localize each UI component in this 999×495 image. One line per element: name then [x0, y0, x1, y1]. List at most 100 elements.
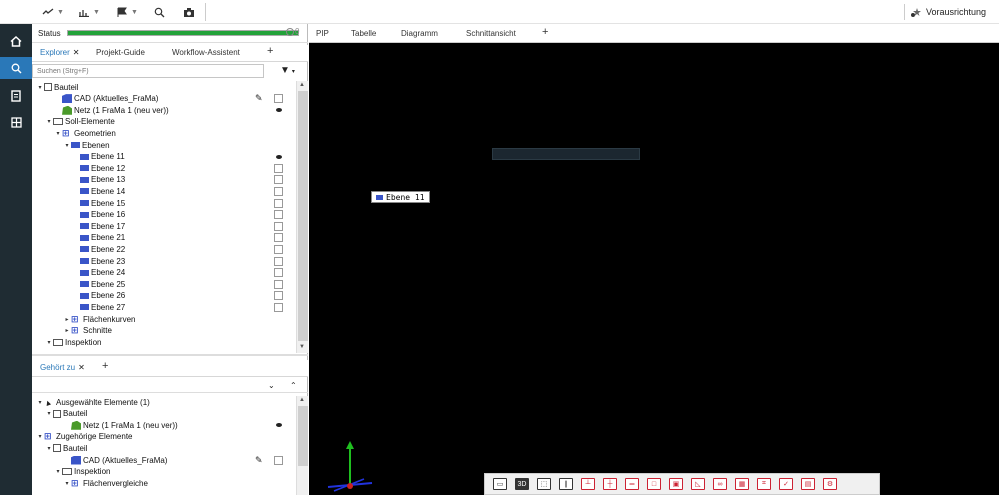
- tab-schnittansicht[interactable]: Schnittansicht: [466, 29, 516, 38]
- add-view-tab-button[interactable]: +: [542, 26, 548, 38]
- expand-toggle-icon[interactable]: ▾: [45, 339, 53, 346]
- expand-all-icon[interactable]: ⌃: [290, 381, 297, 390]
- tree-row[interactable]: ▾ ⊞ Zugehörige Elemente: [32, 431, 294, 443]
- eye-icon[interactable]: [274, 421, 283, 430]
- tree-row[interactable]: ▸ ⊞ Flächenkurven: [32, 313, 294, 325]
- frame-icon[interactable]: □: [647, 478, 661, 490]
- link-icon[interactable]: ∞: [713, 478, 727, 490]
- tab-workflow-assistent[interactable]: Workflow-Assistent: [172, 48, 240, 57]
- visibility-checkbox[interactable]: [274, 210, 283, 220]
- expand-toggle-icon[interactable]: ▾: [63, 142, 71, 149]
- expand-toggle-icon[interactable]: ▾: [45, 118, 53, 125]
- visibility-checkbox[interactable]: [274, 302, 283, 312]
- scroll-down-icon[interactable]: ▼: [299, 344, 305, 350]
- ebene-label[interactable]: Ebene 11: [371, 191, 430, 203]
- search-nav-button[interactable]: [0, 57, 32, 79]
- expand-toggle-icon[interactable]: ▾: [36, 433, 44, 440]
- expand-toggle-icon[interactable]: ▾: [45, 445, 53, 452]
- eye-icon[interactable]: [274, 106, 283, 115]
- scroll-thumb[interactable]: [298, 91, 308, 341]
- tree-row[interactable]: ▾ Soll-Elemente: [32, 116, 294, 128]
- tree-row[interactable]: Ebene 17: [32, 220, 294, 232]
- tree-row[interactable]: ▸ ⊞ Schnitte: [32, 325, 294, 337]
- tree-row[interactable]: ▾ Bauteil: [32, 81, 294, 93]
- tree-row[interactable]: CAD (Aktuelles_FraMa) ✎: [32, 93, 294, 105]
- chart-tool-button[interactable]: ▼: [78, 4, 100, 20]
- tree-row[interactable]: Ebene 15: [32, 197, 294, 209]
- tree-row[interactable]: Ebene 16: [32, 209, 294, 221]
- tree-row[interactable]: ▾ Bauteil: [32, 442, 294, 454]
- tree-row[interactable]: Ebene 22: [32, 243, 294, 255]
- clip-icon[interactable]: ▣: [669, 478, 683, 490]
- expand-toggle-icon[interactable]: ▸: [63, 316, 71, 323]
- tree-row[interactable]: Netz (1 FraMa 1 (neu ver)): [32, 419, 294, 431]
- visibility-checkbox[interactable]: [274, 291, 283, 301]
- scroll-up-icon[interactable]: ▲: [299, 82, 305, 88]
- document-nav-button[interactable]: [0, 85, 32, 107]
- tree-row[interactable]: CAD (Aktuelles_FraMa) ✎: [32, 454, 294, 466]
- close-icon[interactable]: ✕: [78, 363, 85, 372]
- visibility-checkbox[interactable]: [274, 198, 283, 208]
- visibility-checkbox[interactable]: [274, 268, 283, 278]
- visibility-checkbox[interactable]: [274, 455, 283, 465]
- split-icon[interactable]: ∥: [559, 478, 573, 490]
- visibility-checkbox[interactable]: [274, 175, 283, 185]
- tree-row[interactable]: ▾ ⊞ Flächenvergleiche: [32, 477, 294, 489]
- tab-pip[interactable]: PIP: [316, 29, 329, 38]
- plane-cut-icon[interactable]: ═: [625, 478, 639, 490]
- search-input[interactable]: [33, 65, 263, 78]
- panel-splitter[interactable]: [32, 354, 308, 356]
- check-icon[interactable]: ✓: [779, 478, 793, 490]
- edit-icon[interactable]: ✎: [255, 455, 263, 466]
- 3d-viewport[interactable]: PIP Tabelle Diagramm Schnittansicht + Eb…: [309, 24, 999, 495]
- visibility-checkbox[interactable]: [274, 279, 283, 289]
- tab-gehoert-zu[interactable]: Gehört zu ✕: [40, 363, 85, 372]
- angle-icon[interactable]: ◺: [691, 478, 705, 490]
- grid-nav-button[interactable]: [0, 111, 32, 133]
- tree-row[interactable]: Ebene 21: [32, 232, 294, 244]
- expand-toggle-icon[interactable]: ▾: [63, 480, 71, 487]
- visibility-checkbox[interactable]: [274, 163, 283, 173]
- search-tool-button[interactable]: [154, 4, 165, 20]
- select-icon[interactable]: ⬚: [537, 478, 551, 490]
- screenshot-icon[interactable]: ▭: [493, 478, 507, 490]
- visibility-checkbox[interactable]: [274, 233, 283, 243]
- tree-row[interactable]: Ebene 14: [32, 185, 294, 197]
- tab-diagramm[interactable]: Diagramm: [401, 29, 438, 38]
- cross-icon[interactable]: ┼: [603, 478, 617, 490]
- tree-row[interactable]: Ebene 24: [32, 267, 294, 279]
- visibility-checkbox[interactable]: [274, 221, 283, 231]
- tree-row[interactable]: Ebene 23: [32, 255, 294, 267]
- section-icon[interactable]: ▦: [735, 478, 749, 490]
- vorausrichtung-button[interactable]: Vorausrichtung: [903, 4, 991, 20]
- tab-explorer[interactable]: Explorer ✕: [40, 48, 80, 57]
- edit-icon[interactable]: ✎: [255, 93, 263, 104]
- visibility-checkbox[interactable]: [274, 94, 283, 104]
- tree-row[interactable]: Ebene 12: [32, 162, 294, 174]
- expand-toggle-icon[interactable]: ▾: [54, 468, 62, 475]
- settings-icon[interactable]: ⚙: [823, 478, 837, 490]
- 3d-view-button[interactable]: 3D: [515, 478, 529, 490]
- filter-button[interactable]: ▼ ▾: [280, 65, 295, 76]
- visibility-checkbox[interactable]: [274, 186, 283, 196]
- tree-row[interactable]: Ebene 13: [32, 174, 294, 186]
- fit-icon[interactable]: ⌗: [757, 478, 771, 490]
- camera-tool-button[interactable]: [183, 4, 195, 20]
- tree-row[interactable]: ▾ ▲ Ausgewählte Elemente (1): [32, 396, 294, 408]
- tree-row[interactable]: ▾ Inspektion: [32, 336, 294, 348]
- add-tab-button[interactable]: +: [267, 45, 273, 57]
- curve-tool-button[interactable]: ▼: [42, 4, 64, 20]
- scroll-thumb[interactable]: [298, 406, 308, 466]
- collapse-all-icon[interactable]: ⌄: [268, 381, 275, 390]
- layers-icon[interactable]: ▤: [801, 478, 815, 490]
- tree-row[interactable]: ▾ Ebenen: [32, 139, 294, 151]
- tree-row[interactable]: ▾ Inspektion: [32, 466, 294, 478]
- tab-projekt-guide[interactable]: Projekt-Guide: [96, 48, 145, 57]
- eye-icon[interactable]: [274, 152, 283, 161]
- scroll-up-icon[interactable]: ▲: [299, 397, 305, 403]
- expand-toggle-icon[interactable]: ▾: [36, 84, 44, 91]
- tree-row[interactable]: Ebene 25: [32, 278, 294, 290]
- lower-scrollbar[interactable]: ▲: [296, 396, 308, 495]
- add-tab-button[interactable]: +: [102, 360, 108, 372]
- expand-toggle-icon[interactable]: ▾: [45, 410, 53, 417]
